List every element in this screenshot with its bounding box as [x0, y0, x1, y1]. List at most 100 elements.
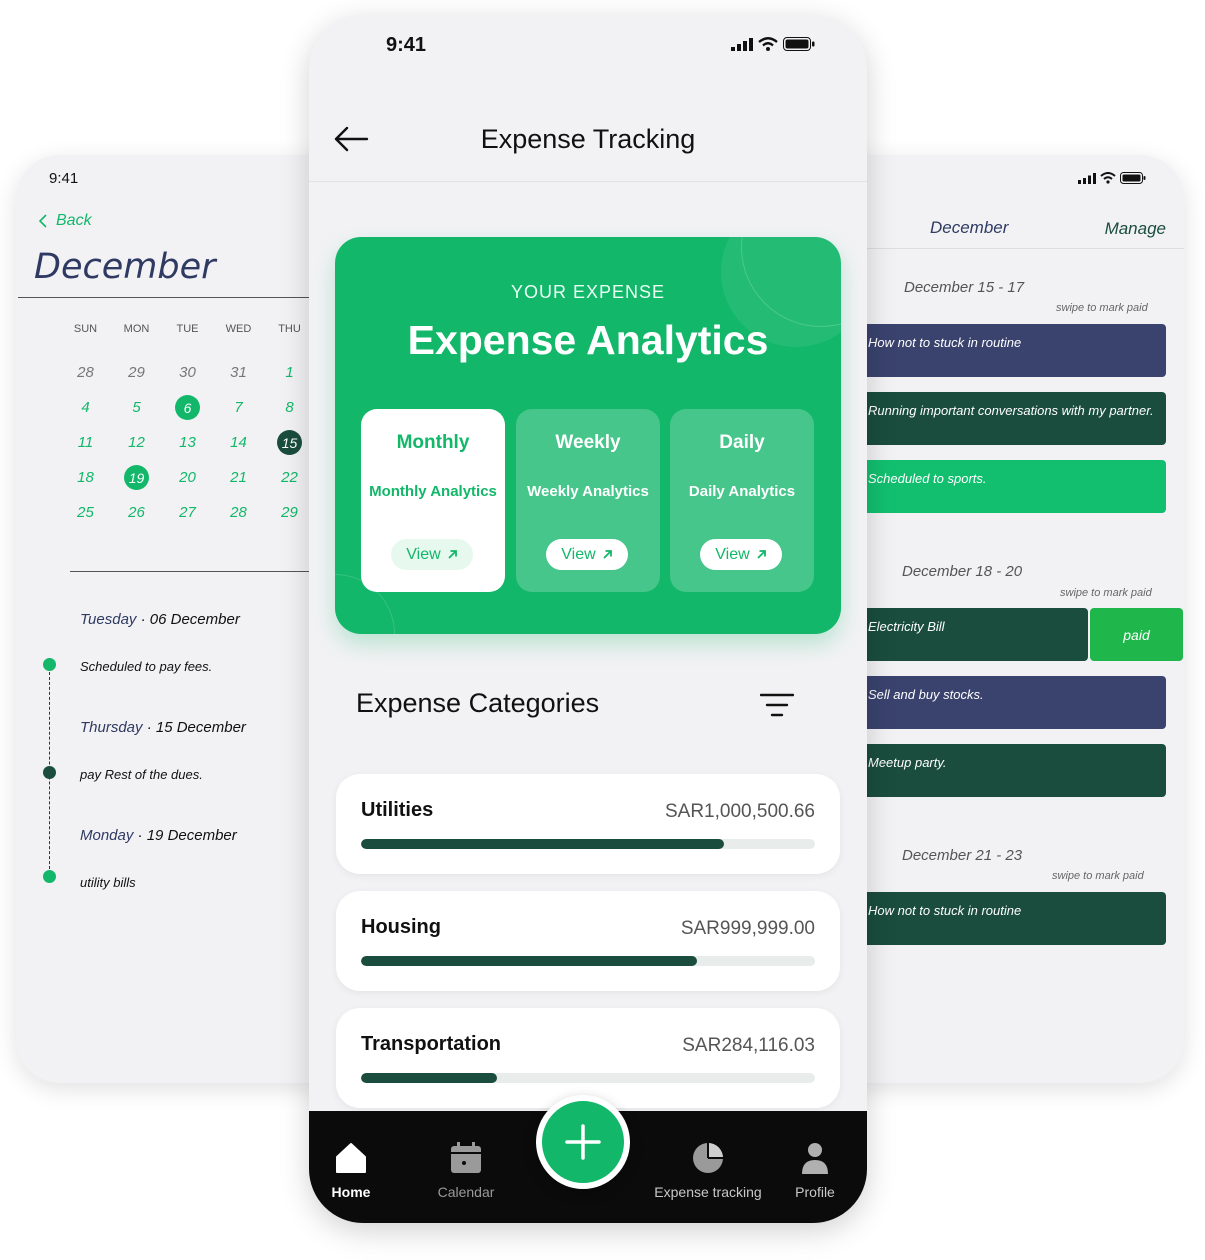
view-button[interactable]: View — [546, 539, 628, 570]
bill-card[interactable]: Electricity Bill — [860, 608, 1088, 661]
add-expense-button[interactable] — [536, 1095, 630, 1189]
calendar-day[interactable]: 21 — [213, 460, 264, 495]
category-amount: SAR999,999.00 — [680, 918, 815, 939]
wifi-icon — [1100, 172, 1116, 184]
tile-monthly[interactable]: Monthly Monthly Analytics View — [361, 409, 505, 592]
calendar-day[interactable]: 27 — [162, 495, 213, 530]
calendar-week: 25 26 27 28 29 — [60, 495, 315, 530]
calendar-day[interactable]: 8 — [264, 390, 315, 425]
calendar-day[interactable]: 28 — [213, 495, 264, 530]
calendar-day[interactable]: 31 — [213, 355, 264, 390]
calendar-day[interactable]: 13 — [162, 425, 213, 460]
bill-card[interactable]: Sell and buy stocks. — [860, 676, 1166, 729]
tile-title: Weekly — [555, 432, 621, 453]
calendar-day-selected[interactable]: 15 — [264, 425, 315, 460]
day-marker: 6 — [175, 395, 200, 420]
weekday-header: SUN MON TUE WED THU — [60, 323, 315, 355]
month-title: December — [34, 247, 216, 287]
view-button[interactable]: View — [700, 539, 782, 570]
tile-daily[interactable]: Daily Daily Analytics View — [670, 409, 814, 592]
calendar-day[interactable]: 20 — [162, 460, 213, 495]
divider — [866, 248, 1184, 249]
calendar-day[interactable]: 4 — [60, 390, 111, 425]
progress-fill — [361, 839, 725, 849]
arrow-up-right-icon — [757, 550, 766, 559]
calendar-day[interactable]: 29 — [264, 495, 315, 530]
calendar-day[interactable]: 28 — [60, 355, 111, 390]
category-card[interactable]: Transportation SAR284,116.03 — [336, 1008, 840, 1108]
timeline-dot — [43, 766, 56, 779]
paid-button[interactable]: paid — [1090, 608, 1183, 661]
expense-tracking-screen: 9:41 Expense Tracking YOUR EXPENSE Expen… — [309, 15, 867, 1223]
hero-title: Expense Analytics — [407, 317, 769, 363]
calendar-day-selected[interactable]: 6 — [162, 390, 213, 425]
tile-weekly[interactable]: Weekly Weekly Analytics View — [516, 409, 660, 592]
view-button[interactable]: View — [391, 539, 473, 570]
section-title: Expense Categories — [356, 688, 600, 718]
calendar-grid: SUN MON TUE WED THU 28 29 30 31 1 4 5 6 … — [60, 323, 315, 530]
category-card[interactable]: Utilities SAR1,000,500.66 — [336, 774, 840, 874]
back-button[interactable]: Back — [38, 212, 92, 230]
hero-kicker: YOUR EXPENSE — [510, 282, 666, 302]
calendar-day[interactable]: 5 — [111, 390, 162, 425]
progress-fill — [361, 1073, 498, 1083]
tile-title: Monthly — [396, 432, 470, 453]
view-label: View — [561, 545, 596, 563]
status-time: 9:41 — [386, 34, 427, 56]
bill-card[interactable]: Running important conversations with my … — [860, 392, 1166, 445]
category-name: Housing — [361, 916, 441, 938]
view-label: View — [406, 545, 441, 563]
bill-card[interactable]: How not to stuck in routine — [860, 892, 1166, 945]
bill-card[interactable]: Scheduled to sports. — [860, 460, 1166, 513]
calendar-day[interactable]: 25 — [60, 495, 111, 530]
tab-home[interactable]: Home — [329, 1141, 373, 1200]
view-label: View — [715, 545, 750, 563]
calendar-icon — [451, 1142, 481, 1173]
timeline-dot — [43, 658, 56, 671]
calendar-day[interactable]: 1 — [264, 355, 315, 390]
calendar-week: 4 5 6 7 8 — [60, 390, 315, 425]
divider — [18, 297, 318, 298]
timeline-event[interactable]: Scheduled to pay fees. — [80, 659, 212, 674]
tab-calendar[interactable]: Calendar — [433, 1141, 499, 1200]
filter-icon[interactable] — [760, 692, 794, 718]
calendar-day[interactable]: 29 — [111, 355, 162, 390]
date-range: December 21 - 23 — [902, 847, 1023, 864]
calendar-day[interactable]: 7 — [213, 390, 264, 425]
calendar-day[interactable]: 26 — [111, 495, 162, 530]
timeline-event[interactable]: utility bills — [80, 875, 136, 890]
timeline-event[interactable]: pay Rest of the dues. — [80, 767, 203, 782]
tab-label: Expense tracking — [654, 1184, 762, 1200]
back-label: Back — [56, 212, 92, 229]
bill-card[interactable]: How not to stuck in routine — [860, 324, 1166, 377]
tile-subtitle: Monthly Analytics — [369, 483, 497, 500]
expense-analytics-card: YOUR EXPENSE Expense Analytics Monthly M… — [335, 237, 841, 634]
battery-icon — [783, 37, 815, 51]
weekday-label: THU — [278, 323, 301, 335]
progress-track — [361, 1073, 815, 1083]
category-amount: SAR284,116.03 — [682, 1035, 815, 1056]
category-name: Utilities — [361, 799, 434, 821]
progress-track — [361, 956, 815, 966]
calendar-day[interactable]: 11 — [60, 425, 111, 460]
calendar-day[interactable]: 18 — [60, 460, 111, 495]
calendar-day[interactable]: 14 — [213, 425, 264, 460]
timeline-date: Thursday · 15 December — [80, 719, 246, 736]
user-icon — [802, 1143, 828, 1174]
calendar-day[interactable]: 30 — [162, 355, 213, 390]
signal-icon — [731, 37, 753, 51]
calendar-week: 18 19 20 21 22 — [60, 460, 315, 495]
tab-label: Home — [331, 1184, 371, 1200]
calendar-day[interactable]: 12 — [111, 425, 162, 460]
manage-button[interactable]: Manage — [1105, 219, 1166, 239]
tab-expense-tracking[interactable]: Expense tracking — [651, 1141, 765, 1200]
timeline-dot — [43, 870, 56, 883]
tab-profile[interactable]: Profile — [792, 1141, 838, 1200]
weekday-label: MON — [123, 323, 150, 335]
category-card[interactable]: Housing SAR999,999.00 — [336, 891, 840, 991]
calendar-day-selected[interactable]: 19 — [111, 460, 162, 495]
calendar-day[interactable]: 22 — [264, 460, 315, 495]
tab-label: Calendar — [437, 1184, 495, 1200]
bill-card[interactable]: Meetup party. — [860, 744, 1166, 797]
day-marker: 19 — [124, 465, 149, 490]
